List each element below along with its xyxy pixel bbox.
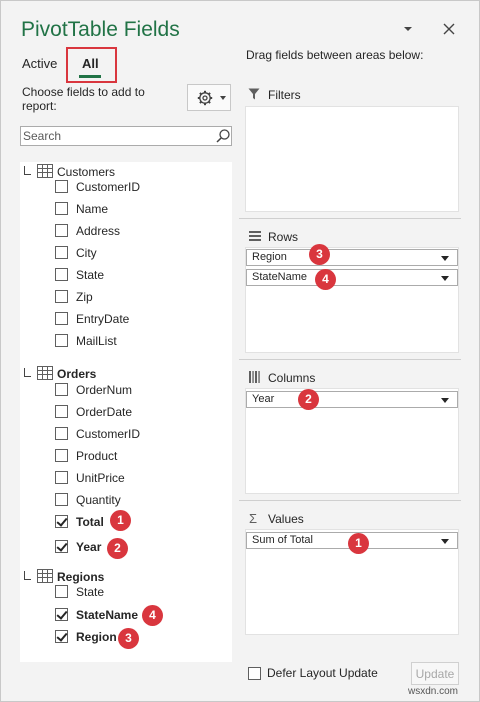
area-divider	[239, 500, 461, 501]
filters-drop-area[interactable]	[245, 106, 459, 212]
chevron-down-icon	[220, 96, 226, 100]
collapse-icon[interactable]	[24, 571, 31, 580]
collapse-icon[interactable]	[24, 368, 31, 377]
chevron-down-icon[interactable]	[400, 21, 416, 37]
field-label: State	[76, 585, 105, 599]
field-checkbox[interactable]	[55, 180, 68, 193]
close-icon[interactable]	[441, 21, 457, 37]
filter-icon	[248, 88, 260, 100]
step-badge: 4	[142, 605, 163, 626]
step-badge: 1	[110, 510, 131, 531]
rows-icon	[249, 231, 261, 241]
table-icon	[37, 164, 53, 178]
field-label: Product	[76, 449, 118, 463]
table-icon	[37, 366, 53, 380]
pane-title: PivotTable Fields	[21, 18, 180, 41]
step-badge: 1	[348, 533, 369, 554]
field-checkbox[interactable]	[55, 268, 68, 281]
table-node-regions[interactable]: Regions	[20, 567, 232, 587]
step-badge: 2	[298, 389, 319, 410]
step-badge: 2	[107, 538, 128, 559]
choose-fields-label: Choose fields to add to report:	[22, 85, 145, 113]
step-badge: 3	[309, 244, 330, 265]
field-checkbox[interactable]	[55, 383, 68, 396]
field-checkbox[interactable]	[55, 224, 68, 237]
field-label: Name	[76, 202, 109, 216]
field-checkbox[interactable]	[55, 290, 68, 303]
tab-active[interactable]: Active	[22, 56, 57, 71]
field-checkbox[interactable]	[55, 493, 68, 506]
step-badge: 4	[315, 269, 336, 290]
field-label: Address	[76, 224, 121, 238]
field-checkbox[interactable]	[55, 334, 68, 347]
rows-field-statename[interactable]: StateName	[246, 269, 458, 286]
columns-icon	[249, 371, 260, 383]
tab-all-underline	[79, 75, 101, 78]
values-area-title: Values	[268, 512, 304, 526]
search-icon[interactable]	[215, 128, 231, 144]
table-icon	[37, 569, 53, 583]
area-divider	[239, 218, 461, 219]
field-label: CustomerID	[76, 180, 141, 194]
defer-layout-checkbox[interactable]	[248, 667, 261, 680]
field-checkbox[interactable]	[55, 312, 68, 325]
field-checkbox[interactable]	[55, 585, 68, 598]
field-checkbox[interactable]	[55, 608, 68, 621]
field-label: Total	[76, 515, 104, 529]
tab-all[interactable]: All	[82, 56, 99, 71]
field-label: Zip	[76, 290, 93, 304]
field-label: OrderNum	[76, 383, 133, 397]
drag-fields-label: Drag fields between areas below:	[246, 48, 424, 62]
field-checkbox[interactable]	[55, 471, 68, 484]
chevron-down-icon[interactable]	[441, 539, 449, 544]
field-label: StateName	[76, 608, 139, 622]
sigma-icon: Σ	[249, 511, 258, 526]
search-box[interactable]	[20, 126, 232, 146]
field-checkbox[interactable]	[55, 630, 68, 643]
tools-button[interactable]	[187, 84, 231, 111]
field-pill-label: Sum of Total	[252, 534, 313, 546]
gear-icon	[197, 90, 213, 106]
defer-layout-label: Defer Layout Update	[267, 666, 378, 680]
area-divider	[239, 359, 461, 360]
rows-field-region[interactable]: Region	[246, 249, 458, 266]
field-label: CustomerID	[76, 427, 141, 441]
field-pill-label: Region	[252, 251, 287, 263]
rows-area-title: Rows	[268, 230, 299, 244]
field-checkbox[interactable]	[55, 427, 68, 440]
field-label: OrderDate	[76, 405, 133, 419]
search-input[interactable]	[21, 127, 211, 145]
field-list[interactable]: Customers CustomerID Name Address City S…	[20, 162, 232, 662]
field-label: City	[76, 246, 97, 260]
field-label: MailList	[76, 334, 117, 348]
field-label: UnitPrice	[76, 471, 125, 485]
field-checkbox[interactable]	[55, 405, 68, 418]
chevron-down-icon[interactable]	[441, 398, 449, 403]
field-label: Quantity	[76, 493, 121, 507]
chevron-down-icon[interactable]	[441, 276, 449, 281]
field-label: Year	[76, 540, 102, 554]
field-label: EntryDate	[76, 312, 130, 326]
field-pill-label: StateName	[252, 271, 308, 283]
field-label: State	[76, 268, 105, 282]
watermark: wsxdn.com	[408, 686, 459, 697]
field-checkbox[interactable]	[55, 246, 68, 259]
field-checkbox[interactable]	[55, 202, 68, 215]
field-checkbox[interactable]	[55, 540, 68, 553]
field-checkbox[interactable]	[55, 515, 68, 528]
collapse-icon[interactable]	[24, 166, 31, 175]
update-button[interactable]: Update	[411, 662, 459, 685]
chevron-down-icon[interactable]	[441, 256, 449, 261]
field-checkbox[interactable]	[55, 449, 68, 462]
field-label: Region	[76, 630, 117, 644]
field-pill-label: Year	[252, 393, 275, 405]
filters-area-title: Filters	[268, 88, 301, 102]
columns-field-year[interactable]: Year	[246, 391, 458, 408]
step-badge: 3	[118, 628, 139, 649]
columns-area-title: Columns	[268, 371, 316, 385]
